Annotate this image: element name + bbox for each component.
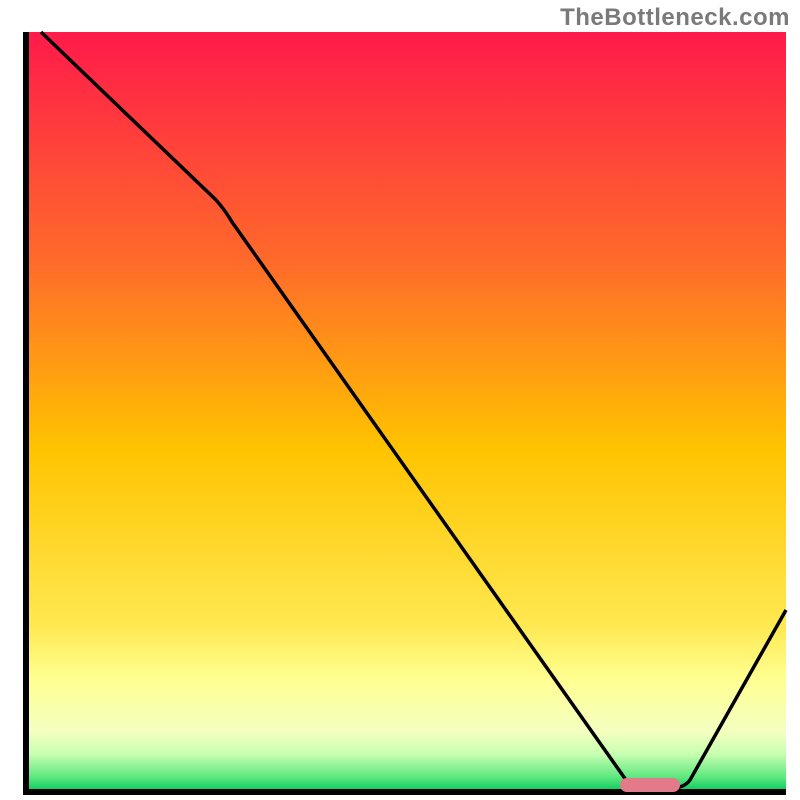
plot-svg	[0, 0, 800, 800]
chart-container: { "attribution": "TheBottleneck.com", "c…	[0, 0, 800, 800]
attribution-label: TheBottleneck.com	[560, 4, 790, 32]
plot-background	[26, 32, 786, 792]
optimal-marker	[620, 778, 680, 792]
